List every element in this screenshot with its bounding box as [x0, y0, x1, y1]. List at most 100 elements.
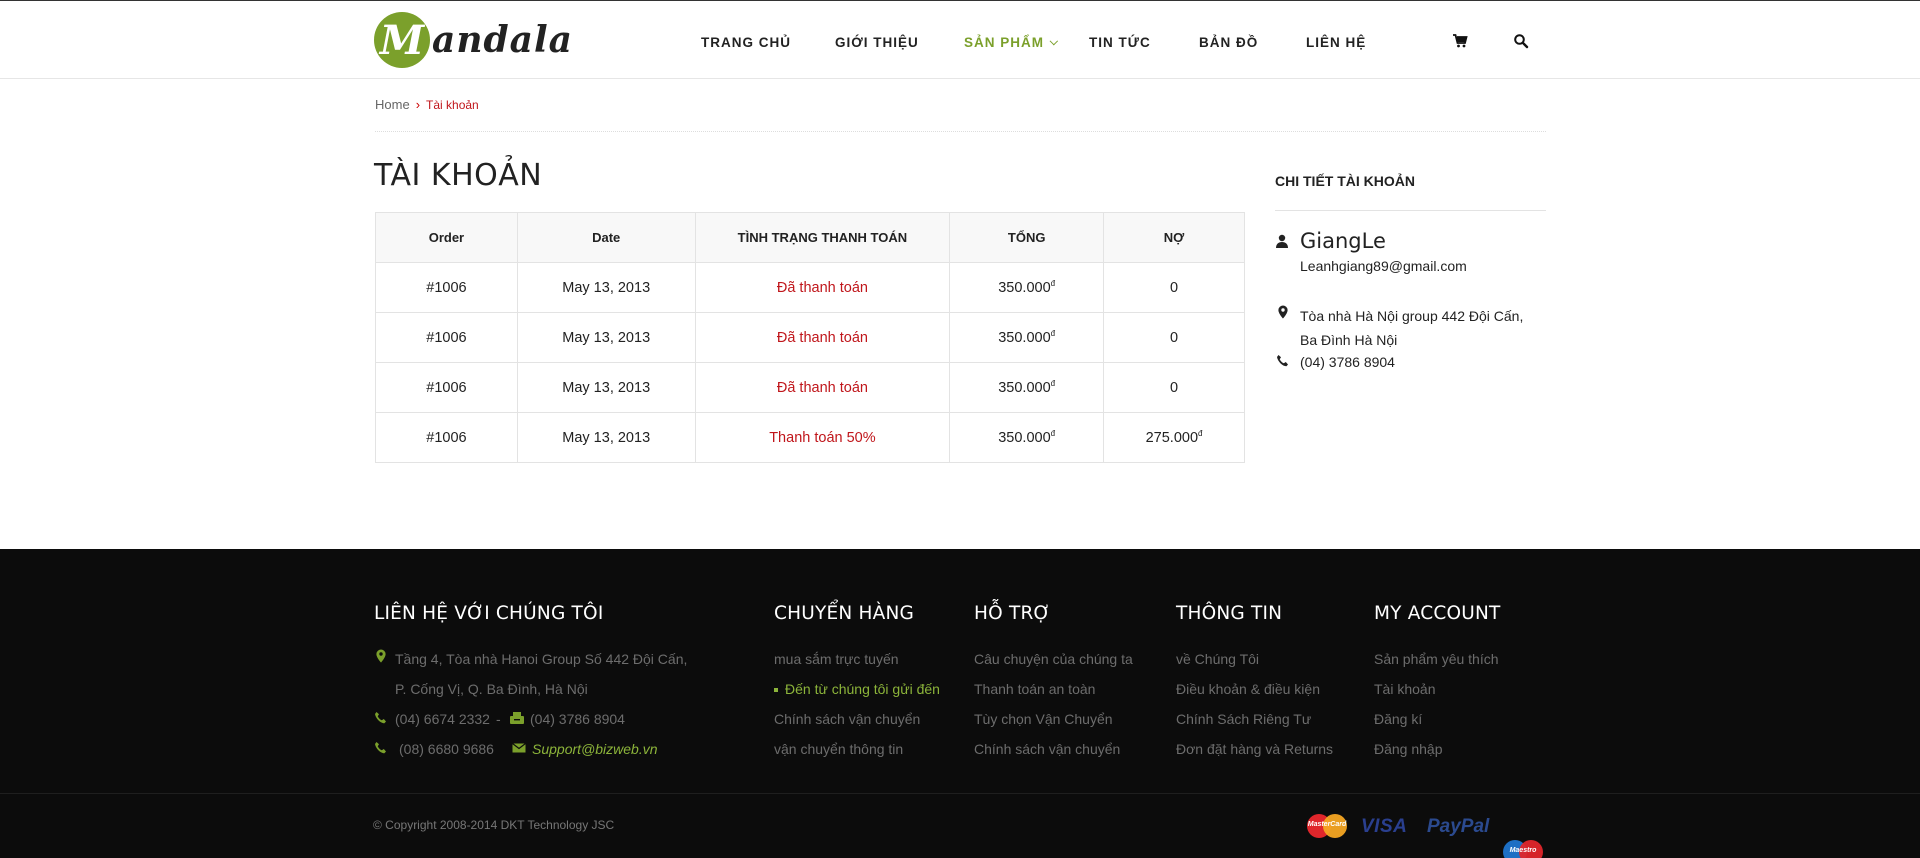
footer-link[interactable]: Chính sách vận chuyển	[774, 711, 920, 727]
maestro-logo: Maestro	[1503, 839, 1543, 858]
breadcrumb: Home › Tài khoản	[375, 97, 479, 112]
fax-icon	[510, 712, 524, 724]
order-date: May 13, 2013	[516, 312, 696, 363]
footer-divider	[0, 793, 1920, 794]
order-debt: 275.000đ	[1103, 412, 1245, 463]
phone-icon	[1277, 355, 1288, 367]
footer-link[interactable]: vận chuyển thông tin	[774, 741, 903, 757]
order-date: May 13, 2013	[516, 262, 696, 313]
breadcrumb-current: Tài khoản	[426, 97, 479, 112]
footer-support-title: HỖ TRỢ	[974, 603, 1051, 624]
table-row: #1006 May 13, 2013 Đã thanh toán 350.000…	[375, 262, 1245, 313]
phone-icon	[375, 712, 386, 724]
col-header-debt: NỢ	[1103, 212, 1245, 263]
footer-phone-3: (08) 6680 9686	[399, 741, 494, 757]
account-address: Tòa nhà Hà Nội group 442 Đội Cấn, Ba Đìn…	[1300, 308, 1524, 348]
visa-logo: VISA	[1361, 816, 1408, 837]
cart-icon[interactable]	[1452, 33, 1468, 49]
orders-table: Order Date TÌNH TRẠNG THANH TOÁN TỔNG NỢ…	[375, 212, 1245, 463]
account-email: Leanhgiang89@gmail.com	[1300, 258, 1467, 274]
order-total: 350.000đ	[949, 362, 1105, 413]
footer-phone-separator: -	[496, 711, 501, 727]
order-number[interactable]: #1006	[375, 312, 518, 363]
user-icon	[1276, 234, 1288, 248]
order-number[interactable]: #1006	[375, 412, 518, 463]
col-header-status: TÌNH TRẠNG THANH TOÁN	[694, 212, 951, 263]
footer-link[interactable]: Điều khoản & điều kiện	[1176, 681, 1320, 697]
footer-contact-title: LIÊN HỆ VỚI CHÚNG TÔI	[374, 603, 604, 624]
footer-link[interactable]: Đơn đặt hàng và Returns	[1176, 741, 1333, 757]
envelope-icon	[512, 743, 526, 753]
order-debt: 0	[1103, 312, 1245, 363]
order-number[interactable]: #1006	[375, 362, 518, 413]
footer-link[interactable]: Chính Sách Riêng Tư	[1176, 711, 1311, 727]
table-row: #1006 May 13, 2013 Đã thanh toán 350.000…	[375, 312, 1245, 363]
nav-item-home[interactable]: TRANG CHỦ	[701, 35, 791, 50]
logo-text: andala	[432, 19, 573, 61]
col-header-total: TỔNG	[949, 212, 1105, 263]
mastercard-logo: MasterCard	[1307, 813, 1347, 839]
footer-address-line1: Tầng 4, Tòa nhà Hanoi Group Số 442 Đội C…	[395, 651, 688, 667]
payment-status: Đã thanh toán	[694, 312, 951, 363]
footer-phone-2: (04) 3786 8904	[530, 711, 625, 727]
order-debt: 0	[1103, 362, 1245, 413]
table-row: #1006 May 13, 2013 Thanh toán 50% 350.00…	[375, 412, 1245, 463]
order-total: 350.000đ	[949, 312, 1105, 363]
bullet-icon	[774, 688, 778, 693]
col-header-date: Date	[516, 212, 696, 263]
footer-link-active[interactable]: Đến từ chúng tôi gửi đến	[774, 681, 940, 697]
logo-mark: M	[374, 12, 430, 68]
order-date: May 13, 2013	[516, 412, 696, 463]
footer-link[interactable]: Chính sách vận chuyển	[974, 741, 1120, 757]
order-number[interactable]: #1006	[375, 262, 518, 313]
account-details-title: CHI TIẾT TÀI KHOẢN	[1275, 173, 1415, 189]
account-name: GiangLe	[1300, 229, 1386, 253]
nav-item-products[interactable]: SẢN PHẨM	[964, 35, 1059, 50]
footer-link[interactable]: Đăng nhập	[1374, 741, 1443, 757]
footer-phone-1: (04) 6674 2332	[395, 711, 490, 727]
footer-link[interactable]: mua sắm trực tuyến	[774, 651, 899, 667]
breadcrumb-divider	[375, 131, 1546, 132]
nav-item-map[interactable]: BẢN ĐỒ	[1199, 35, 1258, 50]
footer-link[interactable]: về Chúng Tôi	[1176, 651, 1259, 667]
nav-item-products-label: SẢN PHẨM	[964, 35, 1045, 50]
account-phone: (04) 3786 8904	[1300, 354, 1395, 370]
order-total: 350.000đ	[949, 262, 1105, 313]
account-details-divider	[1275, 210, 1546, 211]
footer-info-title: THÔNG TIN	[1176, 603, 1283, 624]
footer-shipping-title: CHUYỂN HÀNG	[774, 603, 915, 624]
search-icon[interactable]	[1513, 33, 1529, 49]
footer-link[interactable]: Thanh toán an toàn	[974, 681, 1095, 697]
map-marker-icon	[1278, 305, 1288, 319]
footer-link[interactable]: Tài khoản	[1374, 681, 1435, 697]
nav-item-about[interactable]: GIỚI THIỆU	[835, 35, 919, 50]
table-row: #1006 May 13, 2013 Đã thanh toán 350.000…	[375, 362, 1245, 413]
order-debt: 0	[1103, 262, 1245, 313]
order-total: 350.000đ	[949, 412, 1105, 463]
payment-status: Đã thanh toán	[694, 262, 951, 313]
footer-address-line2: P. Cống Vị, Q. Ba Đình, Hà Nội	[395, 681, 588, 697]
page-title: TÀI KHOẢN	[374, 158, 543, 193]
map-marker-icon	[376, 649, 386, 663]
payment-status: Đã thanh toán	[694, 362, 951, 413]
copyright-text: © Copyright 2008-2014 DKT Technology JSC	[373, 818, 615, 832]
nav-item-contact[interactable]: LIÊN HỆ	[1306, 35, 1366, 50]
nav-item-news[interactable]: TIN TỨC	[1089, 35, 1151, 50]
footer-link[interactable]: Đăng kí	[1374, 711, 1422, 727]
paypal-logo: PayPal	[1427, 816, 1490, 837]
footer-account-title: MY ACCOUNT	[1374, 603, 1501, 624]
phone-icon	[375, 742, 386, 754]
site-header: M andala TRANG CHỦ GIỚI THIỆU SẢN PHẨM T…	[0, 1, 1920, 79]
site-footer	[0, 549, 1920, 858]
payment-status: Thanh toán 50%	[694, 412, 951, 463]
table-header-row: Order Date TÌNH TRẠNG THANH TOÁN TỔNG NỢ	[375, 212, 1245, 263]
footer-support-email[interactable]: Support@bizweb.vn	[532, 741, 658, 757]
footer-link[interactable]: Câu chuyện của chúng ta	[974, 651, 1133, 667]
col-header-order: Order	[375, 212, 518, 263]
chevron-right-icon: ›	[415, 97, 421, 112]
site-logo[interactable]: M andala	[374, 11, 573, 69]
breadcrumb-home[interactable]: Home	[375, 97, 410, 112]
chevron-down-icon	[1049, 36, 1059, 46]
footer-link[interactable]: Tùy chọn Vận Chuyển	[974, 711, 1113, 727]
footer-link[interactable]: Sản phẩm yêu thích	[1374, 651, 1499, 667]
